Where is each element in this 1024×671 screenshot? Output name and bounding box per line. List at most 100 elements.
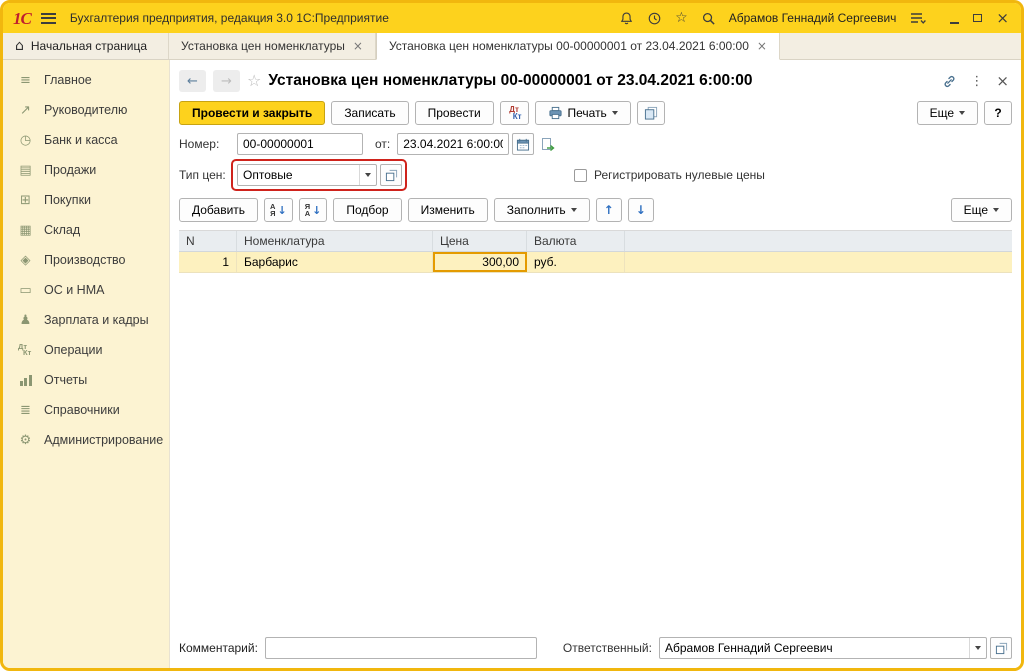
- sort-asc-icon: АЯ ↓: [270, 203, 287, 217]
- add-button[interactable]: Добавить: [179, 198, 258, 222]
- cell-n[interactable]: 1: [179, 252, 237, 272]
- sidebar-item-label: Банк и касса: [44, 133, 118, 147]
- get-link-icon[interactable]: [942, 74, 957, 89]
- print-button[interactable]: Печать: [535, 101, 631, 125]
- move-down-button[interactable]: ↓: [628, 198, 654, 222]
- tab-price-setting-document[interactable]: Установка цен номенклатуры 00-00000001 о…: [376, 33, 780, 60]
- cell-price-active[interactable]: 300,00: [433, 252, 527, 272]
- sort-asc-button[interactable]: АЯ ↓: [264, 198, 293, 222]
- add-to-favorites-star-icon[interactable]: ☆: [247, 73, 261, 89]
- column-header-n[interactable]: N: [179, 231, 237, 251]
- forward-button[interactable]: →: [213, 70, 240, 92]
- sidebar-item-sales[interactable]: ▤ Продажи: [3, 155, 169, 185]
- post-button[interactable]: Провести: [415, 101, 494, 125]
- app-body: ≡ Главное ↗ Руководителю ◷ Банк и касса …: [3, 60, 1021, 668]
- number-input[interactable]: [237, 133, 363, 155]
- history-icon[interactable]: [647, 11, 662, 26]
- minimize-button[interactable]: [950, 13, 959, 24]
- price-type-open-button[interactable]: [380, 164, 402, 186]
- sidebar-item-label: Покупки: [44, 193, 91, 207]
- items-more-button[interactable]: Еще: [951, 198, 1012, 222]
- column-header-price[interactable]: Цена: [433, 231, 527, 251]
- price-type-dropdown-button[interactable]: [359, 165, 376, 185]
- edit-button[interactable]: Изменить: [408, 198, 488, 222]
- price-type-input[interactable]: [238, 168, 359, 182]
- sidebar-item-label: Отчеты: [44, 373, 87, 387]
- sidebar-item-label: Продажи: [44, 163, 96, 177]
- price-type-field: [237, 164, 377, 186]
- document-form: ← → ☆ Установка цен номенклатуры 00-0000…: [169, 60, 1021, 668]
- kt-letters: Кт: [23, 350, 31, 357]
- show-postings-button[interactable]: Дт Кт: [500, 101, 529, 125]
- documents-icon: [644, 106, 658, 120]
- sidebar-item-operations[interactable]: Дт Кт Операции: [3, 335, 169, 365]
- maximize-button[interactable]: [973, 14, 982, 22]
- register-zero-group: Регистрировать нулевые цены: [574, 168, 765, 182]
- move-up-button[interactable]: ↑: [596, 198, 622, 222]
- main-menu-icon[interactable]: [41, 13, 56, 24]
- comment-input[interactable]: [265, 637, 537, 659]
- sidebar-item-production[interactable]: ◈ Производство: [3, 245, 169, 275]
- tab-label: Установка цен номенклатуры 00-00000001 о…: [389, 39, 749, 53]
- favorites-star-icon[interactable]: ☆: [675, 11, 688, 25]
- chevron-down-icon: [993, 208, 999, 212]
- date-input[interactable]: [397, 133, 509, 155]
- post-and-close-button[interactable]: Провести и закрыть: [179, 101, 325, 125]
- sidebar-item-warehouse[interactable]: ▦ Склад: [3, 215, 169, 245]
- pick-button[interactable]: Подбор: [333, 198, 401, 222]
- responsible-open-button[interactable]: [990, 637, 1012, 659]
- cell-currency[interactable]: руб.: [527, 252, 625, 272]
- register-zero-checkbox[interactable]: [574, 169, 587, 182]
- table-row[interactable]: 1 Барбарис 300,00 руб.: [179, 252, 1012, 273]
- sidebar-item-administration[interactable]: ⚙ Администрирование: [3, 425, 169, 455]
- notifications-bell-icon[interactable]: [619, 11, 634, 26]
- fill-button[interactable]: Заполнить: [494, 198, 590, 222]
- close-document-button[interactable]: ×: [996, 74, 1009, 89]
- open-icon: [385, 169, 398, 182]
- sidebar-item-purchases[interactable]: ⊞ Покупки: [3, 185, 169, 215]
- items-table: N Номенклатура Цена Валюта 1 Барбарис 30…: [179, 230, 1012, 630]
- sidebar-item-main[interactable]: ≡ Главное: [3, 65, 169, 95]
- sidebar-item-directories[interactable]: ≣ Справочники: [3, 395, 169, 425]
- calendar-button[interactable]: [512, 133, 534, 155]
- responsible-input[interactable]: [660, 641, 969, 655]
- sidebar-item-reports[interactable]: Отчеты: [3, 365, 169, 395]
- register-zero-label[interactable]: Регистрировать нулевые цены: [594, 168, 765, 182]
- sidebar-item-salary-hr[interactable]: ♟ Зарплата и кадры: [3, 305, 169, 335]
- table-header-row: N Номенклатура Цена Валюта: [179, 231, 1012, 252]
- more-button[interactable]: Еще: [917, 101, 978, 125]
- document-footer: Комментарий: Ответственный:: [179, 636, 1012, 660]
- sidebar-item-fixed-assets[interactable]: ▭ ОС и НМА: [3, 275, 169, 305]
- document-header: ← → ☆ Установка цен номенклатуры 00-0000…: [179, 65, 1012, 97]
- search-icon[interactable]: [701, 11, 716, 26]
- tab-close-icon[interactable]: ×: [757, 40, 767, 52]
- command-bar: Провести и закрыть Записать Провести Дт …: [179, 101, 1012, 125]
- current-user[interactable]: Абрамов Геннадий Сергеевич: [729, 11, 897, 25]
- cell-nomenclature[interactable]: Барбарис: [237, 252, 433, 272]
- comment-label: Комментарий:: [179, 641, 258, 655]
- tab-price-setting-list[interactable]: Установка цен номенклатуры ×: [169, 33, 376, 59]
- document-header-tools: ⋮ ×: [942, 74, 1012, 89]
- sidebar-item-label: Склад: [44, 223, 80, 237]
- more-dots-icon[interactable]: ⋮: [970, 75, 983, 88]
- bank-cash-icon: ◷: [16, 134, 35, 147]
- number-date-row: Номер: от:: [179, 132, 1012, 156]
- sidebar-item-manager[interactable]: ↗ Руководителю: [3, 95, 169, 125]
- sidebar-item-bank-cash[interactable]: ◷ Банк и касса: [3, 125, 169, 155]
- service-menu-icon[interactable]: [909, 11, 927, 25]
- back-button[interactable]: ←: [179, 70, 206, 92]
- tab-close-icon[interactable]: ×: [353, 40, 363, 52]
- write-button[interactable]: Записать: [331, 101, 408, 125]
- column-header-nomenclature[interactable]: Номенклатура: [237, 231, 433, 251]
- responsible-dropdown-button[interactable]: [969, 638, 986, 658]
- help-button[interactable]: ?: [984, 101, 1012, 125]
- create-based-on-button[interactable]: [637, 101, 665, 125]
- sort-desc-button[interactable]: ЯА ↓: [299, 198, 328, 222]
- kt-letters: Кт: [513, 113, 522, 120]
- set-current-date-button[interactable]: [540, 137, 555, 152]
- close-window-button[interactable]: ×: [996, 11, 1009, 26]
- more-label: Еще: [964, 203, 988, 217]
- column-header-currency[interactable]: Валюта: [527, 231, 625, 251]
- tab-home-page[interactable]: ⌂ Начальная страница: [3, 33, 169, 59]
- current-date-icon: [540, 137, 555, 152]
